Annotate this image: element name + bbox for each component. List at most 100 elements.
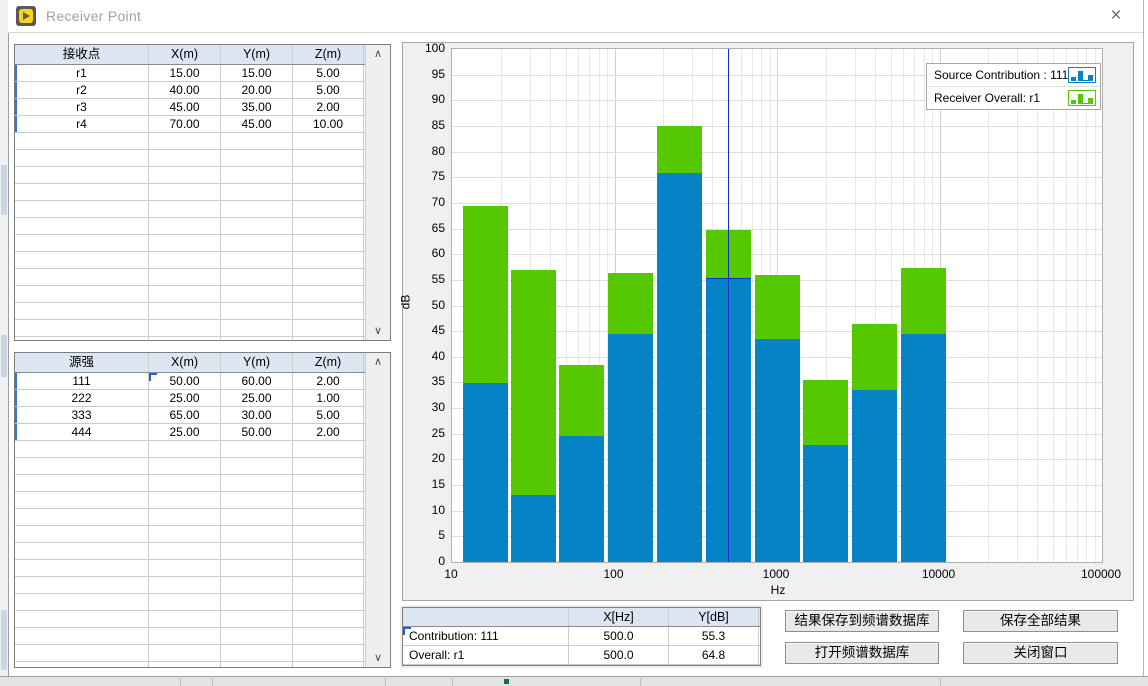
table-row[interactable]: r345.0035.002.00	[15, 99, 365, 116]
table-cell[interactable]	[15, 492, 149, 508]
cursor-readout-table[interactable]: X[Hz]Y[dB]Contribution: 111500.055.3Over…	[402, 607, 761, 666]
table-empty-row[interactable]	[15, 320, 365, 337]
table-cell[interactable]	[221, 269, 293, 285]
table-cell[interactable]	[221, 133, 293, 149]
table-row[interactable]: 44425.0050.002.00	[15, 424, 365, 441]
table-cell[interactable]	[293, 235, 364, 251]
table-cell[interactable]: 111	[15, 373, 149, 389]
table-cell[interactable]	[293, 577, 364, 593]
table-cell[interactable]	[149, 543, 221, 559]
table-cell[interactable]	[15, 628, 149, 644]
table-cell[interactable]	[149, 303, 221, 319]
table-empty-row[interactable]	[15, 252, 365, 269]
table-cell[interactable]	[293, 458, 364, 474]
table-cell[interactable]: 25.00	[221, 390, 293, 406]
table-cell[interactable]	[149, 611, 221, 627]
table-cell[interactable]: 5.00	[293, 82, 364, 98]
table-cell[interactable]	[293, 611, 364, 627]
scroll-up-icon[interactable]: ∧	[366, 45, 390, 63]
table-cell[interactable]: 65.00	[149, 407, 221, 423]
table-cell[interactable]	[293, 543, 364, 559]
table-cell[interactable]	[15, 303, 149, 319]
table-cell[interactable]: Overall: r1	[403, 646, 569, 664]
legend-entry[interactable]: Receiver Overall: r1	[927, 87, 1100, 109]
legend-entry[interactable]: Source Contribution : 111	[927, 64, 1100, 87]
table-cell[interactable]	[221, 184, 293, 200]
table-cell[interactable]	[15, 150, 149, 166]
table-cell[interactable]: 35.00	[221, 99, 293, 115]
table-cell[interactable]	[149, 526, 221, 542]
table-cell[interactable]	[15, 543, 149, 559]
table-cell[interactable]	[149, 252, 221, 268]
table-cell[interactable]	[15, 441, 149, 457]
table-cell[interactable]: 2.00	[293, 373, 364, 389]
table-cell[interactable]	[221, 577, 293, 593]
scroll-down-icon[interactable]: ∨	[366, 649, 390, 667]
table-cell[interactable]: r4	[15, 116, 149, 132]
table-cell[interactable]	[221, 286, 293, 302]
table-cell[interactable]	[293, 150, 364, 166]
table-cell[interactable]: 15.00	[149, 65, 221, 81]
table-empty-row[interactable]	[15, 286, 365, 303]
table-row[interactable]: r470.0045.0010.00	[15, 116, 365, 133]
scroll-up-icon[interactable]: ∧	[366, 353, 390, 371]
table-cell[interactable]	[221, 150, 293, 166]
table-cell[interactable]	[293, 662, 364, 667]
table-empty-row[interactable]	[15, 184, 365, 201]
table-empty-row[interactable]	[15, 303, 365, 320]
table-empty-row[interactable]	[15, 543, 365, 560]
table-empty-row[interactable]	[15, 475, 365, 492]
table-cell[interactable]	[221, 509, 293, 525]
table-cell[interactable]	[149, 475, 221, 491]
table-cell[interactable]	[293, 252, 364, 268]
table-cell[interactable]	[221, 167, 293, 183]
table-cell[interactable]	[293, 133, 364, 149]
table-cell[interactable]	[293, 303, 364, 319]
table-cell[interactable]: 55.3	[669, 627, 759, 645]
table-cell[interactable]	[149, 320, 221, 336]
scroll-down-icon[interactable]: ∨	[366, 322, 390, 340]
graph-cursor-crosshair[interactable]	[706, 278, 751, 279]
table-cell[interactable]: 5.00	[293, 407, 364, 423]
table-cell[interactable]: 50.00	[149, 373, 221, 389]
table-cell[interactable]: 444	[15, 424, 149, 440]
table-cell[interactable]: 222	[15, 390, 149, 406]
table-cell[interactable]: Contribution: 111	[403, 627, 569, 645]
table-cell[interactable]	[149, 133, 221, 149]
table-cell[interactable]	[293, 337, 364, 340]
table-cell[interactable]	[293, 645, 364, 661]
table-cell[interactable]	[15, 184, 149, 200]
plot-area[interactable]	[451, 48, 1103, 563]
table-cell[interactable]	[15, 458, 149, 474]
table-cell[interactable]	[221, 320, 293, 336]
table-empty-row[interactable]	[15, 645, 365, 662]
table-cell[interactable]	[149, 662, 221, 667]
table-cell[interactable]: 70.00	[149, 116, 221, 132]
table-row[interactable]: Overall: r1500.064.8	[403, 646, 760, 665]
table-cell[interactable]	[293, 628, 364, 644]
table-cell[interactable]	[149, 218, 221, 234]
source-table[interactable]: 源强X(m)Y(m)Z(m)11150.0060.002.0022225.002…	[15, 353, 365, 667]
table-row[interactable]: 11150.0060.002.00	[15, 373, 365, 390]
table-cell[interactable]	[15, 218, 149, 234]
table-cell[interactable]	[293, 269, 364, 285]
save-all-results-button[interactable]: 保存全部结果	[963, 610, 1118, 632]
table-cell[interactable]	[221, 526, 293, 542]
table-empty-row[interactable]	[15, 662, 365, 667]
table-empty-row[interactable]	[15, 441, 365, 458]
table-cell[interactable]	[149, 184, 221, 200]
table-cell[interactable]	[149, 458, 221, 474]
table-cell[interactable]	[15, 509, 149, 525]
spectrum-graph[interactable]: 0510152025303540455055606570758085909510…	[402, 42, 1134, 601]
table-cell[interactable]	[293, 441, 364, 457]
table-cell[interactable]	[149, 645, 221, 661]
table-cell[interactable]: 25.00	[149, 424, 221, 440]
table-cell[interactable]	[293, 167, 364, 183]
table-cell[interactable]	[149, 201, 221, 217]
table-cell[interactable]	[221, 303, 293, 319]
table-cell[interactable]	[15, 235, 149, 251]
table-cell[interactable]	[293, 201, 364, 217]
table-cell[interactable]	[293, 184, 364, 200]
source-table-scrollbar[interactable]: ∧ ∨	[365, 353, 390, 667]
close-icon[interactable]: ×	[1099, 4, 1133, 28]
